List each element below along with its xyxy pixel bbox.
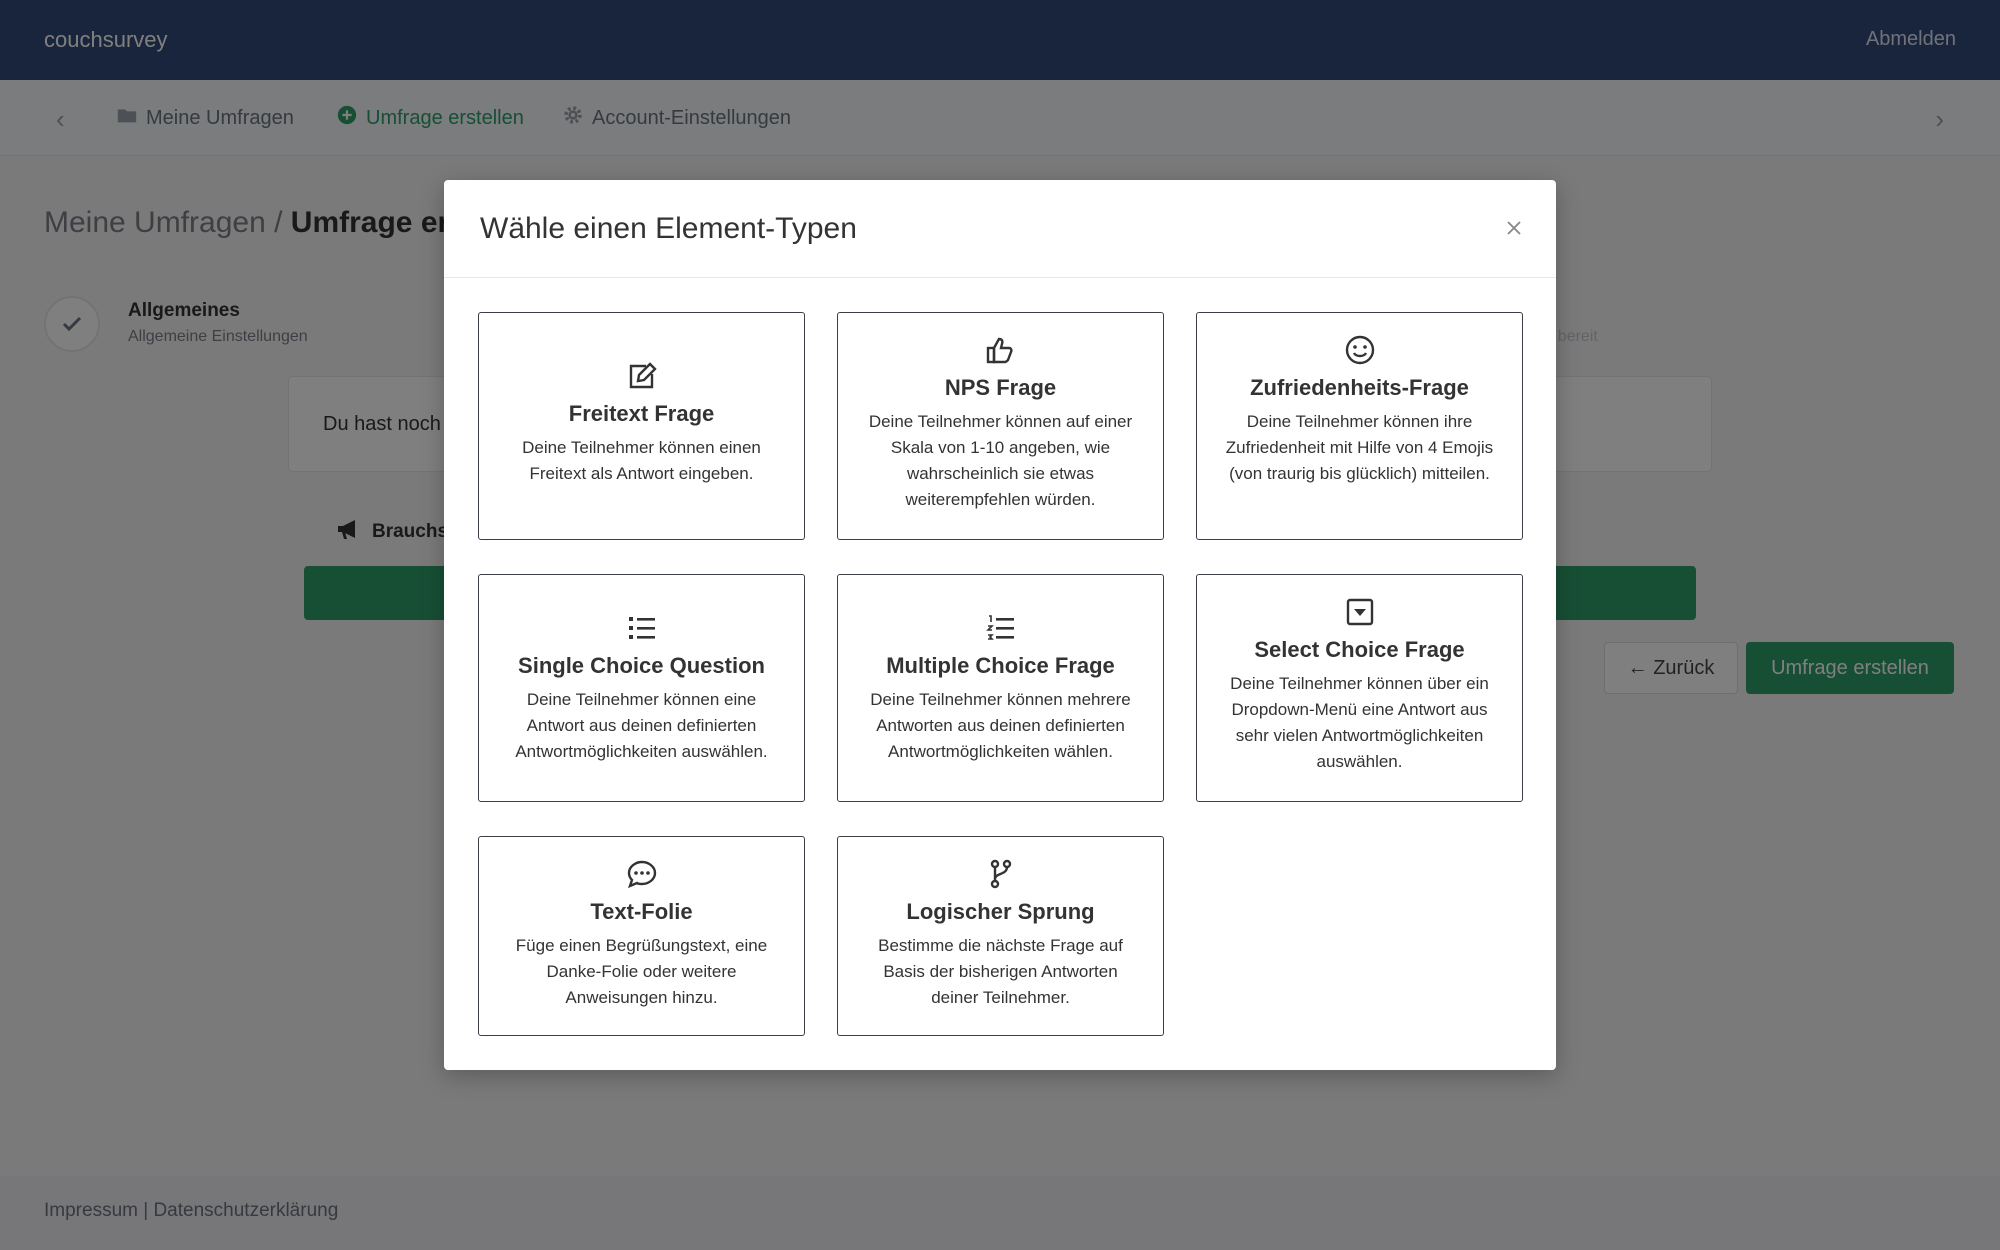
smiley-icon — [1343, 333, 1377, 367]
card-description: Deine Teilnehmer können ihre Zufriedenhe… — [1225, 412, 1494, 483]
thumbs-up-icon — [984, 333, 1018, 367]
card-description: Deine Teilnehmer können einen Freitext a… — [522, 438, 761, 483]
modal-title: Wähle einen Element-Typen — [480, 212, 857, 245]
element-card-select-choice[interactable]: Select Choice Frage Deine Teilnehmer kön… — [1196, 574, 1523, 802]
card-title: Text-Folie — [590, 899, 693, 924]
element-card-multiple-choice[interactable]: Multiple Choice Frage Deine Teilnehmer k… — [837, 574, 1164, 802]
close-icon[interactable] — [1502, 216, 1526, 240]
card-title: Select Choice Frage — [1254, 637, 1465, 662]
card-description: Füge einen Begrüßungstext, eine Danke-Fo… — [515, 936, 768, 1007]
card-title: Single Choice Question — [518, 653, 765, 678]
element-card-freitext[interactable]: Freitext Frage Deine Teilnehmer können e… — [478, 312, 805, 540]
modal-header: Wähle einen Element-Typen — [444, 180, 1556, 278]
card-title: NPS Frage — [944, 375, 1057, 400]
card-title: Zufriedenheits-Frage — [1250, 375, 1469, 400]
card-description: Deine Teilnehmer können mehrere Antworte… — [870, 690, 1131, 761]
card-title: Logischer Sprung — [906, 899, 1095, 924]
branch-icon — [984, 857, 1018, 891]
element-card-single-choice[interactable]: Single Choice Question Deine Teilnehmer … — [478, 574, 805, 802]
list-icon — [625, 611, 659, 645]
element-card-text-folie[interactable]: Text-Folie Füge einen Begrüßungstext, ei… — [478, 836, 805, 1036]
card-description: Deine Teilnehmer können über ein Dropdow… — [1230, 674, 1489, 771]
card-description: Bestimme die nächste Frage auf Basis der… — [878, 936, 1123, 1007]
edit-icon — [625, 359, 659, 393]
element-card-logischer-sprung[interactable]: Logischer Sprung Bestimme die nächste Fr… — [837, 836, 1164, 1036]
card-description: Deine Teilnehmer können auf einer Skala … — [868, 412, 1133, 509]
element-type-modal: Wähle einen Element-Typen Freitext Frage… — [444, 180, 1556, 1070]
element-card-nps[interactable]: NPS Frage Deine Teilnehmer können auf ei… — [837, 312, 1164, 540]
card-title: Multiple Choice Frage — [886, 653, 1115, 678]
card-description: Deine Teilnehmer können eine Antwort aus… — [515, 690, 768, 761]
card-title: Freitext Frage — [568, 401, 715, 426]
chat-bubble-icon — [625, 857, 659, 891]
numbered-list-icon — [984, 611, 1018, 645]
dropdown-icon — [1343, 595, 1377, 629]
element-card-zufriedenheit[interactable]: Zufriedenheits-Frage Deine Teilnehmer kö… — [1196, 312, 1523, 540]
